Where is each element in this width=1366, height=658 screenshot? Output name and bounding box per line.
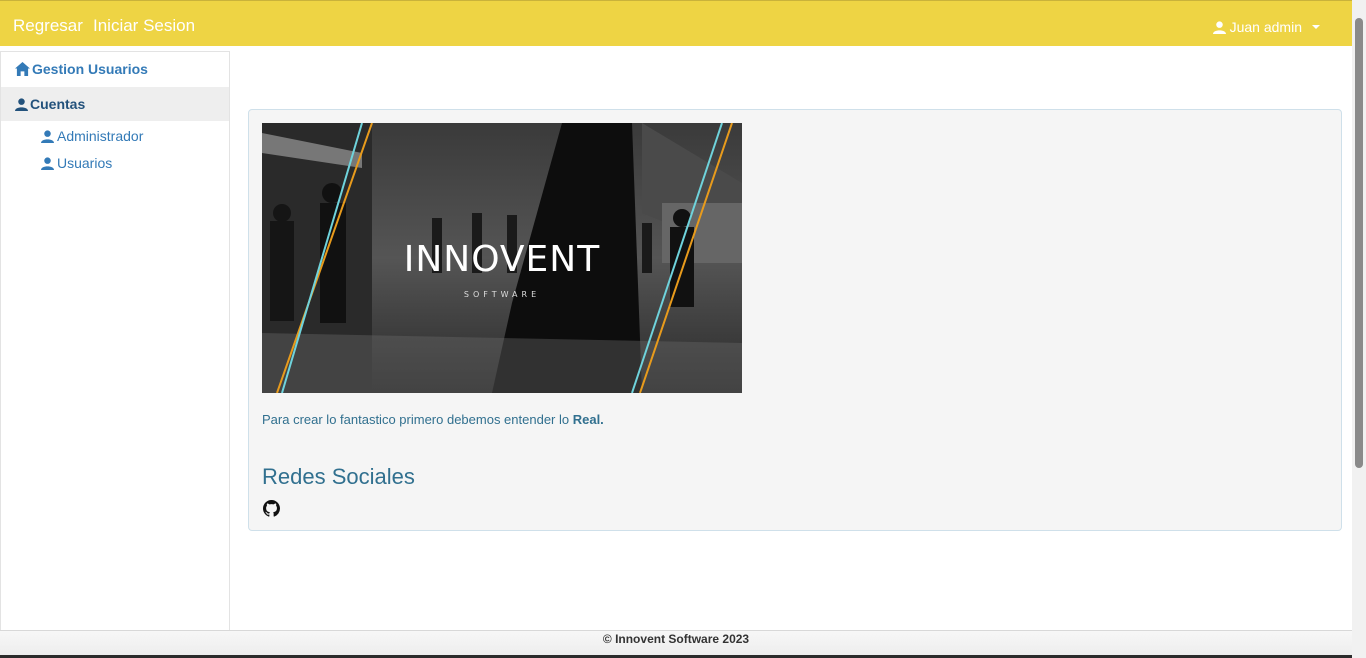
innovent-banner-image: INNOVENT SOFTWARE [262, 123, 742, 393]
user-icon [15, 97, 28, 111]
top-navbar: Regresar Iniciar Sesion Juan admin [0, 0, 1352, 46]
banner-title: INNOVENT [403, 239, 601, 280]
page-scrollbar[interactable] [1352, 0, 1366, 658]
scrollbar-thumb[interactable] [1355, 18, 1363, 468]
content-panel: INNOVENT SOFTWARE Para crear lo fantasti… [248, 109, 1342, 531]
footer: © Innovent Software 2023 [0, 630, 1352, 658]
tagline-text: Para crear lo fantastico primero debemos… [262, 412, 573, 427]
sidebar-subitem-label: Administrador [57, 128, 144, 144]
github-icon[interactable] [263, 500, 280, 517]
user-icon [41, 129, 54, 143]
sidebar-subitem-label: Usuarios [57, 155, 113, 171]
tagline: Para crear lo fantastico primero debemos… [262, 412, 604, 427]
user-name: Juan admin [1229, 19, 1302, 35]
sidebar: Gestion Usuarios Cuentas Administrador U… [0, 51, 230, 631]
tagline-bold: Real. [572, 412, 604, 427]
caret-down-icon [1312, 25, 1320, 29]
sidebar-item-cuentas[interactable]: Cuentas [1, 87, 229, 121]
footer-copyright: © Innovent Software 2023 [602, 632, 750, 646]
banner-subtitle: SOFTWARE [463, 290, 541, 299]
login-link[interactable]: Iniciar Sesion [93, 16, 195, 36]
social-heading: Redes Sociales [262, 464, 415, 489]
sidebar-item-label: Gestion Usuarios [32, 61, 148, 77]
sidebar-item-label: Cuentas [30, 96, 86, 112]
back-link[interactable]: Regresar [13, 16, 83, 36]
user-icon [41, 156, 54, 170]
sidebar-subitem-administrador[interactable]: Administrador [41, 128, 143, 144]
sidebar-subitem-usuarios[interactable]: Usuarios [41, 155, 112, 171]
home-icon [15, 62, 30, 76]
user-menu-dropdown[interactable]: Juan admin [1212, 19, 1320, 35]
sidebar-item-gestion-usuarios[interactable]: Gestion Usuarios [1, 52, 229, 86]
user-icon [1212, 20, 1226, 34]
